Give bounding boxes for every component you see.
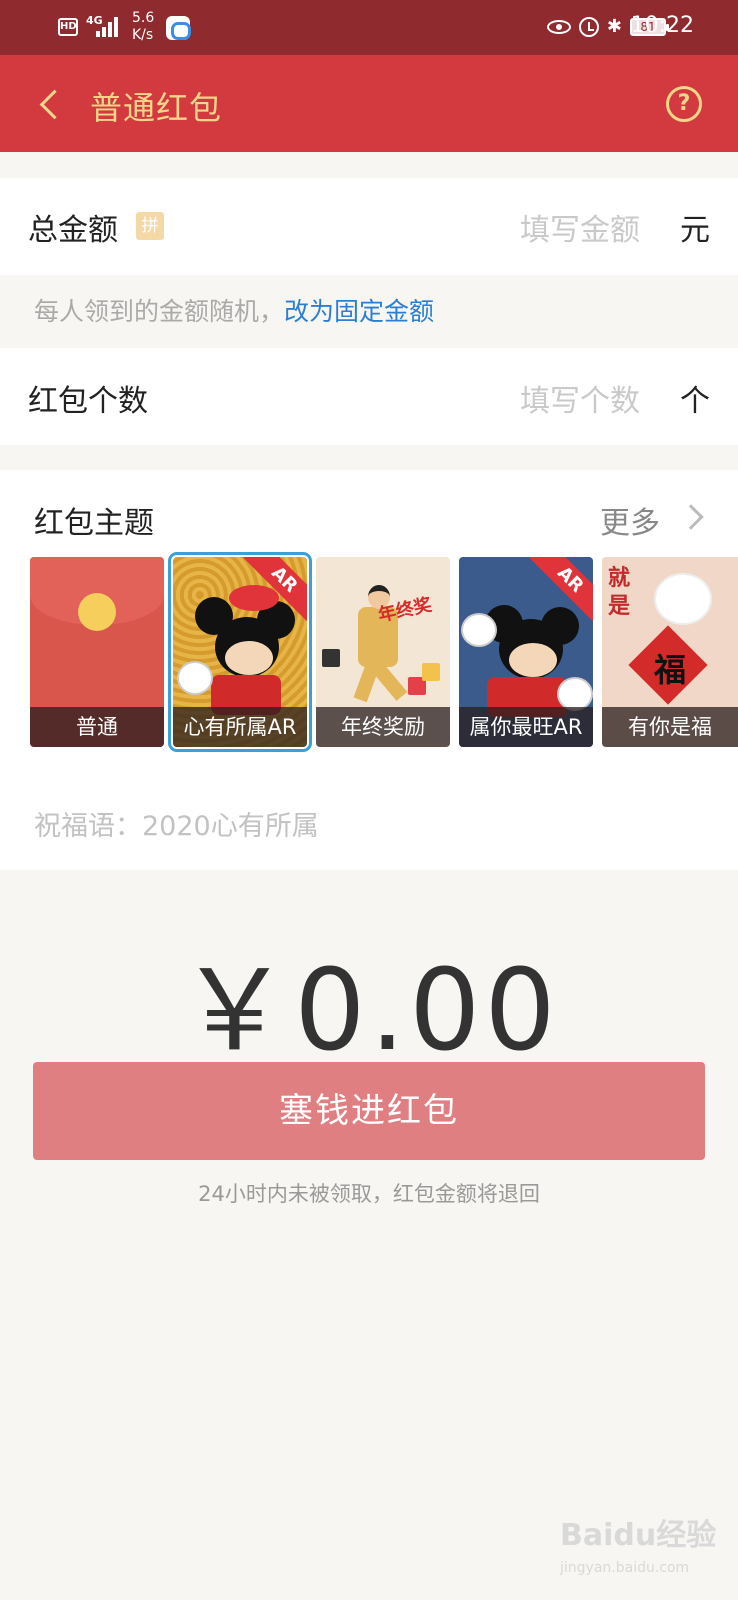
theme-card-label: 心有所属AR — [173, 707, 307, 747]
cloud-app-icon — [166, 16, 191, 40]
help-icon[interactable]: ? — [666, 86, 702, 122]
theme-section: 红包主题 更多 普通 AR 心有所属AR 年终奖 年终奖励 AR 属你最旺AR … — [0, 470, 738, 772]
theme-card-year-end[interactable]: 年终奖 年终奖励 — [316, 557, 450, 747]
amount-display: ￥0.00 — [178, 946, 560, 1076]
theme-card-mickey[interactable]: AR 属你最旺AR — [459, 557, 593, 747]
nav-bar: 普通红包 ? — [0, 55, 738, 152]
total-amount-row[interactable]: 总金额 拼 填写金额 元 — [0, 178, 738, 275]
minnie-glove — [177, 661, 213, 695]
baidu-watermark: Baidu经验 — [560, 1518, 717, 1553]
back-arrow-icon[interactable] — [34, 86, 70, 122]
submit-button[interactable]: 塞钱进红包 — [33, 1062, 705, 1160]
theme-card-normal[interactable]: 普通 — [30, 557, 164, 747]
theme-card-label: 有你是福 — [602, 707, 738, 747]
theme-title: 红包主题 — [34, 506, 154, 541]
fortune-art-text: 就是 — [608, 566, 631, 619]
amount-hint: 每人领到的金额随机，改为固定金额 — [34, 292, 434, 328]
pin-badge: 拼 — [136, 212, 164, 240]
network-speed: 5.6 K/s — [132, 10, 155, 43]
gift-icon — [422, 663, 440, 681]
figure-leg — [370, 661, 408, 701]
eye-comfort-icon — [546, 20, 571, 34]
theme-card-label: 年终奖励 — [316, 707, 450, 747]
mickey-face — [509, 643, 557, 677]
chevron-right-icon[interactable] — [678, 504, 704, 530]
packet-count-row[interactable]: 红包个数 填写个数 个 — [0, 348, 738, 445]
total-amount-label: 总金额 — [28, 213, 118, 248]
watermark-url: jingyan.baidu.com — [560, 1560, 690, 1576]
status-bar: HD 4G 5.6 K/s ✱ 81 10:22 — [0, 0, 738, 55]
hd-icon: HD — [58, 18, 78, 36]
amount-input[interactable]: 填写金额 — [520, 205, 640, 249]
packet-count-label: 红包个数 — [28, 384, 148, 419]
gold-coin-icon — [78, 593, 116, 631]
clock: 10:22 — [630, 13, 694, 38]
more-themes-link[interactable]: 更多 — [600, 498, 660, 542]
count-input[interactable]: 填写个数 — [520, 376, 640, 420]
hint-text: 每人领到的金额随机， — [34, 297, 285, 326]
bluetooth-icon: ✱ — [606, 16, 622, 37]
white-mouse-figure — [654, 573, 712, 625]
mickey-glove — [557, 677, 593, 711]
blessing-row[interactable]: 祝福语：2020心有所属 — [0, 772, 738, 870]
blessing-input[interactable]: 祝福语：2020心有所属 — [34, 804, 319, 843]
signal-icon — [96, 15, 122, 37]
theme-card-label: 普通 — [30, 707, 164, 747]
mickey-glove — [461, 613, 497, 647]
theme-card-fortune[interactable]: 就是 福 有你是福 — [602, 557, 738, 747]
gift-icon — [322, 649, 340, 667]
theme-card-label: 属你最旺AR — [459, 707, 593, 747]
minnie-bow — [229, 585, 279, 611]
amount-unit: 元 — [680, 213, 710, 248]
fortune-char: 福 — [654, 651, 687, 689]
refund-note: 24小时内未被领取，红包金额将退回 — [198, 1182, 540, 1206]
minnie-face — [225, 641, 273, 675]
fixed-amount-link[interactable]: 改为固定金额 — [284, 297, 434, 326]
page-title: 普通红包 — [90, 89, 223, 127]
count-unit: 个 — [680, 384, 710, 419]
alarm-icon — [578, 17, 599, 37]
theme-card-minnie[interactable]: AR 心有所属AR — [168, 552, 312, 752]
